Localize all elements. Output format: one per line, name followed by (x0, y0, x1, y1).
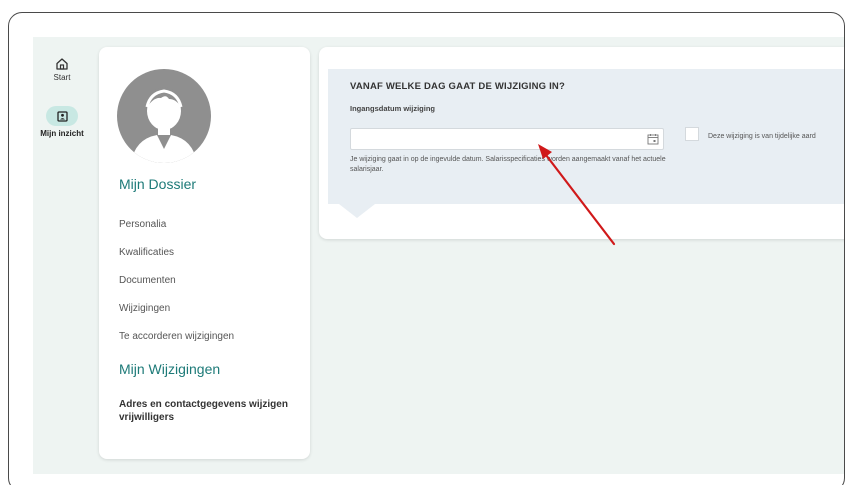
nav-link-wijzigingen[interactable]: Wijzigingen (119, 303, 170, 314)
temporary-change-label: Deze wijziging is van tijdelijke aard (708, 133, 816, 140)
adres-contact-link[interactable]: Adres en contactgegevens wijzigen vrijwi… (119, 398, 299, 424)
rail-item-mijn-inzicht[interactable]: Mijn inzicht (33, 106, 91, 138)
change-date-card: VANAF WELKE DAG GAAT DE WIJZIGING IN? In… (319, 47, 844, 239)
nav-link-personalia[interactable]: Personalia (119, 219, 166, 230)
temporary-change-checkbox[interactable] (685, 127, 699, 141)
question-title: VANAF WELKE DAG GAAT DE WIJZIGING IN? (350, 81, 565, 92)
nav-link-te-accorderen[interactable]: Te accorderen wijzigingen (119, 331, 234, 342)
date-input[interactable] (350, 128, 664, 150)
panel-pointer (339, 204, 375, 218)
mijn-dossier-title: Mijn Dossier (119, 176, 197, 192)
rail-item-label: Mijn inzicht (40, 129, 84, 138)
id-card-icon (56, 110, 68, 122)
avatar-icon (117, 69, 211, 163)
nav-link-documenten[interactable]: Documenten (119, 275, 176, 286)
date-field-label: Ingangsdatum wijziging (350, 104, 435, 113)
rail-active-indicator (46, 106, 78, 126)
home-icon (56, 58, 68, 70)
side-rail: Start Mijn inzicht (33, 37, 91, 474)
mijn-wijzigingen-title: Mijn Wijzigingen (119, 361, 221, 377)
date-hint-text: Je wijziging gaat in op de ingevulde dat… (350, 156, 666, 173)
date-panel: VANAF WELKE DAG GAAT DE WIJZIGING IN? In… (328, 69, 844, 204)
calendar-icon[interactable] (647, 133, 659, 145)
rail-item-label: Start (53, 73, 71, 82)
browser-frame: Start Mijn inzicht Mijn Dossier Personal… (8, 12, 845, 485)
app-viewport: Start Mijn inzicht Mijn Dossier Personal… (33, 37, 844, 474)
profile-card: Mijn Dossier Personalia Kwalificaties Do… (99, 47, 310, 459)
rail-item-start[interactable]: Start (33, 57, 91, 82)
nav-link-kwalificaties[interactable]: Kwalificaties (119, 247, 174, 258)
